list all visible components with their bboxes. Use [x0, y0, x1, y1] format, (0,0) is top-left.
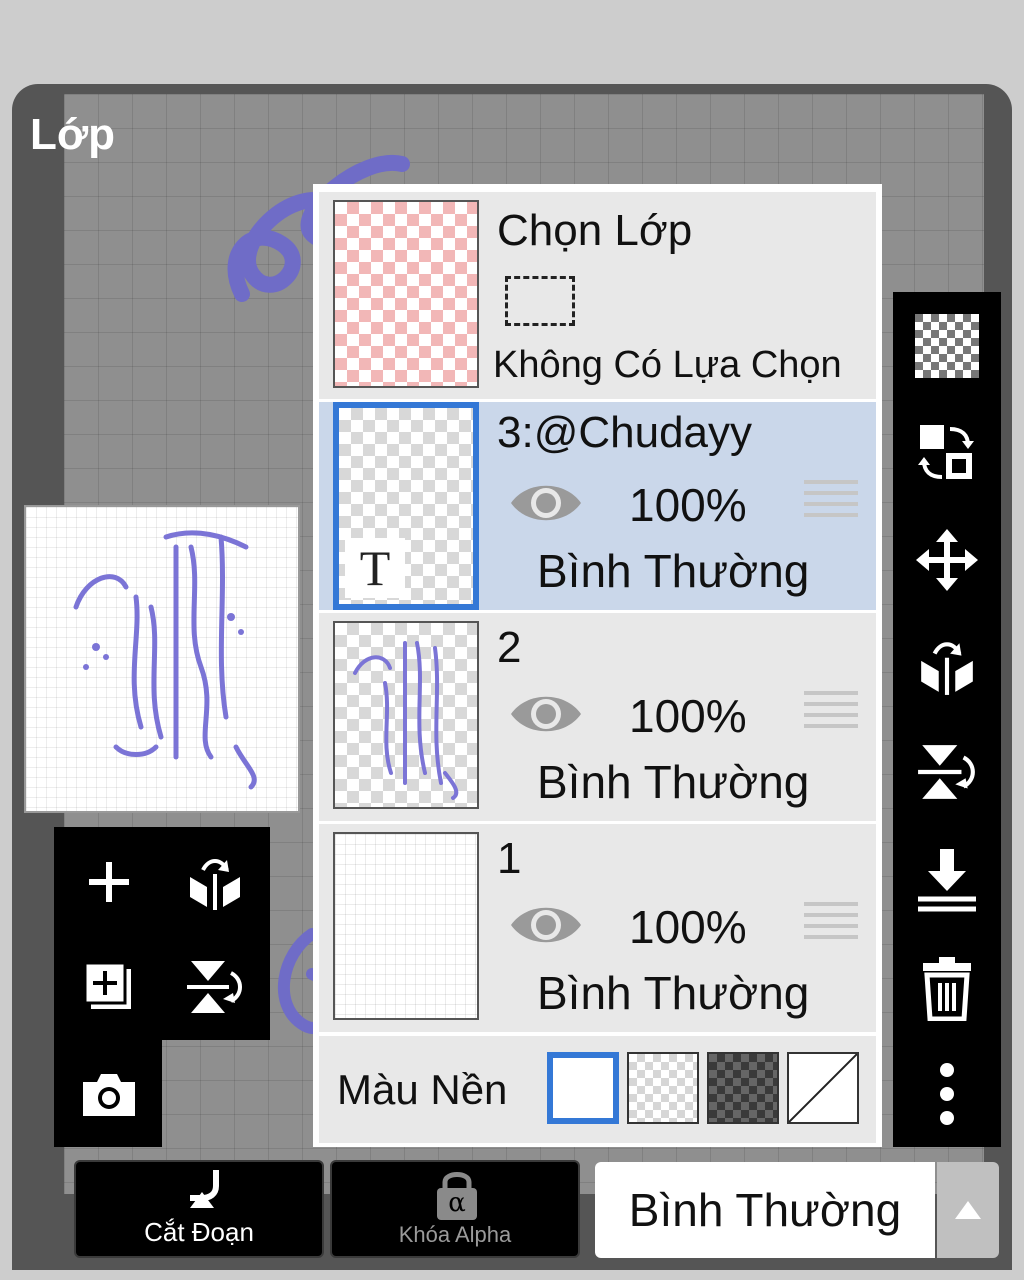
background-swatch-light-checker[interactable]	[627, 1052, 699, 1124]
move-button[interactable]	[911, 524, 983, 596]
selection-layer-title: Chọn Lớp	[497, 206, 693, 255]
camera-icon	[83, 1074, 135, 1116]
add-layer-button[interactable]	[74, 847, 144, 917]
flip-vertical-button[interactable]	[180, 952, 250, 1022]
flip-horizontal-button[interactable]	[180, 847, 250, 917]
alpha-glyph: α	[448, 1188, 466, 1218]
transparency-button[interactable]	[911, 310, 983, 382]
transparency-icon	[915, 314, 979, 378]
drag-handle-icon[interactable]	[804, 691, 858, 735]
alpha-lock-button[interactable]: α Khóa Alpha	[330, 1160, 580, 1258]
visibility-toggle[interactable]	[509, 689, 583, 744]
selection-layer-row[interactable]: Chọn Lớp Không Có Lựa Chọn	[319, 192, 876, 402]
eye-icon	[511, 696, 581, 732]
selection-status: Không Có Lựa Chọn	[493, 344, 842, 386]
panel-title: Lớp	[30, 110, 116, 159]
merge-down-icon	[918, 849, 976, 912]
layer-blend-mode: Bình Thường	[537, 756, 810, 808]
eye-icon	[511, 907, 581, 943]
flip-vertical-icon	[918, 745, 975, 799]
layer-row-3[interactable]: T 3:@Chudayy 100% Bình Thường	[319, 402, 876, 613]
blend-mode-dropdown-button[interactable]	[937, 1162, 999, 1258]
flip-horizontal-icon	[921, 642, 973, 695]
no-background-icon	[788, 1053, 858, 1123]
layer-opacity[interactable]: 100%	[629, 689, 747, 743]
canvas-preview[interactable]	[24, 505, 300, 813]
layer-thumbnail	[333, 621, 479, 809]
text-layer-icon: T	[345, 538, 405, 598]
bottom-edge	[0, 1270, 1024, 1280]
chevron-up-icon	[955, 1201, 981, 1219]
marquee-icon	[505, 276, 575, 326]
more-icon	[940, 1063, 954, 1125]
alpha-lock-label: Khóa Alpha	[398, 1222, 512, 1247]
drag-handle-icon[interactable]	[804, 480, 858, 524]
flip-vertical-layer-button[interactable]	[911, 736, 983, 808]
add-layer-icon	[89, 862, 129, 902]
layer-name: 2	[497, 623, 522, 672]
swap-layer-button[interactable]	[911, 416, 983, 488]
background-swatch-dark-checker[interactable]	[707, 1052, 779, 1124]
drag-handle-icon[interactable]	[804, 902, 858, 946]
layers-panel: Chọn Lớp Không Có Lựa Chọn T 3:@Chudayy …	[313, 184, 882, 1147]
selection-layer-thumbnail	[333, 200, 479, 388]
layer-thumbnail: T	[333, 402, 479, 610]
flip-horizontal-layer-button[interactable]	[911, 630, 983, 702]
left-toolbar-extra	[54, 1040, 162, 1147]
layer-name: 3:@Chudayy	[497, 408, 753, 457]
clipping-label: Cắt Đoạn	[144, 1217, 254, 1247]
duplicate-layer-icon	[83, 961, 131, 1009]
eye-icon	[511, 485, 581, 521]
layer-name: 1	[497, 834, 522, 883]
background-color-label: Màu Nền	[337, 1066, 508, 1113]
clipping-button[interactable]: Cắt Đoạn	[74, 1160, 324, 1258]
layer-opacity[interactable]: 100%	[629, 478, 747, 532]
preview-artwork	[73, 530, 257, 790]
background-swatch-white[interactable]	[547, 1052, 619, 1124]
flip-vertical-icon	[187, 961, 242, 1013]
layer-row-2[interactable]: 2 100% Bình Thường	[319, 613, 876, 824]
layer-thumbnail-artwork	[353, 641, 459, 800]
clip-arrow-icon	[190, 1170, 219, 1208]
layer-thumbnail	[333, 832, 479, 1020]
background-color-row: Màu Nền	[319, 1036, 876, 1143]
trash-icon	[923, 957, 971, 1021]
visibility-toggle[interactable]	[509, 900, 583, 955]
merge-down-button[interactable]	[911, 844, 983, 916]
move-icon	[916, 529, 978, 591]
layer-row-1[interactable]: 1 100% Bình Thường	[319, 824, 876, 1035]
swap-layer-icon	[918, 425, 974, 479]
duplicate-layer-button[interactable]	[74, 952, 144, 1022]
flip-horizontal-icon	[190, 859, 240, 910]
left-toolbar	[54, 827, 270, 1040]
layer-blend-mode: Bình Thường	[537, 545, 810, 597]
more-options-button[interactable]	[911, 1058, 983, 1130]
delete-layer-button[interactable]	[911, 952, 983, 1024]
blend-mode-select[interactable]: Bình Thường	[595, 1162, 935, 1258]
right-toolbar	[893, 292, 1001, 1147]
layer-blend-mode: Bình Thường	[537, 967, 810, 1019]
background-swatch-none[interactable]	[787, 1052, 859, 1124]
visibility-toggle[interactable]	[509, 478, 583, 533]
layer-opacity[interactable]: 100%	[629, 900, 747, 954]
camera-button[interactable]	[74, 1060, 144, 1130]
